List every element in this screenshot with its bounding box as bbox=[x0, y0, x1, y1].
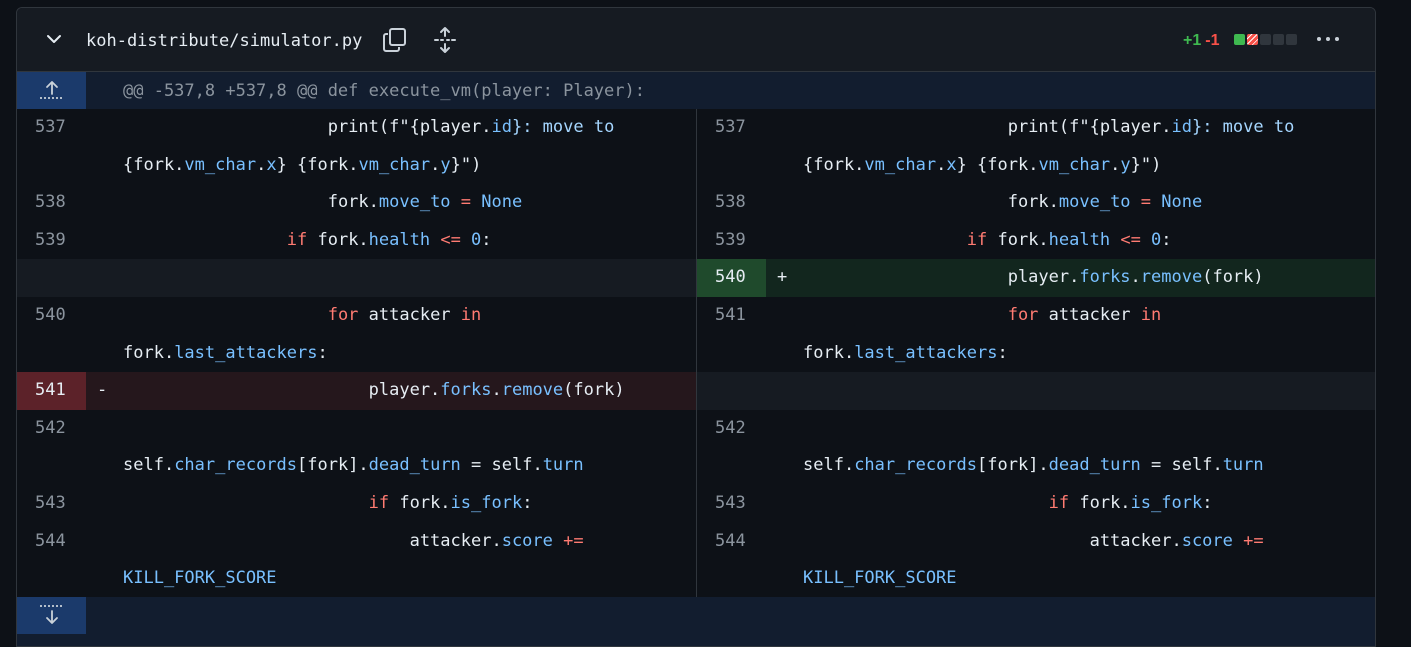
deletions-count: -1 bbox=[1205, 32, 1220, 49]
code-line: if fork.is_fork: bbox=[1048, 493, 1213, 513]
table-row: fork.last_attackers: bbox=[17, 335, 696, 373]
code-line: player.forks.remove(fork) bbox=[1007, 267, 1264, 288]
table-row: 541 for attacker in bbox=[697, 297, 1375, 335]
table-row: 539 if fork.health <= 0: bbox=[17, 222, 696, 260]
line-number[interactable]: 541 bbox=[697, 297, 766, 335]
table-row: {fork.vm_char.x} {fork.vm_char.y}") bbox=[17, 147, 696, 185]
code-line: player.forks.remove(fork) bbox=[368, 380, 625, 401]
deleted-row: 541 - player.forks.remove(fork) bbox=[17, 372, 696, 410]
code-line: fork.move_to = None bbox=[1007, 192, 1203, 213]
table-row: fork.last_attackers: bbox=[697, 335, 1375, 373]
hunk-header-text: @@ -537,8 +537,8 @@ def execute_vm(playe… bbox=[123, 81, 645, 101]
diffstat-block bbox=[1286, 34, 1297, 45]
table-row: 540 for attacker in bbox=[17, 297, 696, 335]
line-number[interactable]: 542 bbox=[697, 410, 766, 448]
code-line: if fork.health <= 0: bbox=[286, 229, 492, 250]
diff-file: koh-distribute/simulator.py +1 -1 @@ -537… bbox=[16, 7, 1376, 647]
diffstat-block bbox=[1234, 34, 1245, 45]
table-row: KILL_FORK_SCORE bbox=[17, 560, 696, 598]
line-number[interactable]: 544 bbox=[697, 523, 766, 561]
diffstat-block bbox=[1260, 34, 1271, 45]
table-row: {fork.vm_char.x} {fork.vm_char.y}") bbox=[697, 147, 1375, 185]
line-number[interactable]: 539 bbox=[17, 222, 86, 260]
file-header: koh-distribute/simulator.py +1 -1 bbox=[17, 8, 1375, 72]
code-line: if fork.is_fork: bbox=[368, 493, 533, 513]
line-number[interactable]: 543 bbox=[17, 485, 86, 523]
table-row: 537 print(f"{player.id}: move to bbox=[17, 109, 696, 147]
line-number[interactable]: 544 bbox=[17, 523, 86, 561]
code-line: fork.move_to = None bbox=[327, 192, 523, 213]
code-line: print(f"{player.id}: move to bbox=[1007, 117, 1295, 137]
diff-left-side: 537 print(f"{player.id}: move to {fork.v… bbox=[17, 109, 697, 609]
line-number[interactable]: 538 bbox=[17, 184, 86, 222]
table-row: 538 fork.move_to = None bbox=[697, 184, 1375, 222]
diff-sign: + bbox=[777, 267, 788, 288]
line-number[interactable]: 543 bbox=[697, 485, 766, 523]
fold-up-icon bbox=[40, 81, 64, 99]
code-line: fork.last_attackers: bbox=[803, 342, 1008, 363]
code-line: fork.last_attackers: bbox=[123, 342, 328, 363]
table-row: 543 if fork.is_fork: bbox=[17, 485, 696, 523]
table-row: KILL_FORK_SCORE bbox=[697, 560, 1375, 598]
empty-row bbox=[697, 372, 1375, 410]
code-line: self.char_records[fork].dead_turn = self… bbox=[123, 455, 584, 476]
line-number[interactable]: 538 bbox=[697, 184, 766, 222]
code-line: self.char_records[fork].dead_turn = self… bbox=[803, 455, 1264, 476]
code-line: KILL_FORK_SCORE bbox=[803, 568, 957, 589]
code-line: attacker.score += bbox=[1089, 530, 1264, 551]
additions-count: +1 bbox=[1183, 32, 1202, 49]
line-number[interactable]: 537 bbox=[697, 109, 766, 147]
diffstat: +1 -1 bbox=[1183, 32, 1219, 50]
diffstat-block bbox=[1273, 34, 1284, 45]
code-line: print(f"{player.id}: move to bbox=[327, 117, 615, 137]
code-line: for attacker in bbox=[1007, 305, 1162, 325]
table-row: 544 attacker.score += bbox=[697, 523, 1375, 561]
table-row: self.char_records[fork].dead_turn = self… bbox=[697, 447, 1375, 485]
kebab-horizontal-icon[interactable] bbox=[1313, 28, 1343, 50]
line-number[interactable]: 539 bbox=[697, 222, 766, 260]
line-number[interactable]: 541 bbox=[17, 372, 86, 410]
table-row: 542 bbox=[17, 410, 696, 448]
empty-row bbox=[17, 259, 696, 297]
code-line: KILL_FORK_SCORE bbox=[123, 568, 277, 589]
code-line: {fork.vm_char.x} {fork.vm_char.y}") bbox=[803, 154, 1162, 175]
diff-sign: - bbox=[97, 380, 108, 401]
table-row: 538 fork.move_to = None bbox=[17, 184, 696, 222]
fold-down-icon bbox=[40, 605, 64, 624]
table-row: 539 if fork.health <= 0: bbox=[697, 222, 1375, 260]
hunk-header: @@ -537,8 +537,8 @@ def execute_vm(playe… bbox=[17, 72, 1375, 109]
hunk-footer bbox=[17, 597, 1375, 646]
code-line: attacker.score += bbox=[409, 530, 584, 551]
chevron-down-icon[interactable] bbox=[43, 28, 65, 50]
code-line: {fork.vm_char.x} {fork.vm_char.y}") bbox=[123, 154, 482, 175]
file-path[interactable]: koh-distribute/simulator.py bbox=[86, 31, 362, 51]
table-row: 537 print(f"{player.id}: move to bbox=[697, 109, 1375, 147]
unfold-icon[interactable] bbox=[431, 26, 459, 54]
diff-right-side: 537 print(f"{player.id}: move to {fork.v… bbox=[697, 109, 1375, 609]
diffstat-blocks bbox=[1234, 34, 1299, 46]
added-row: 540 + player.forks.remove(fork) bbox=[697, 259, 1375, 297]
diffstat-block bbox=[1247, 34, 1258, 45]
line-number[interactable]: 540 bbox=[17, 297, 86, 335]
copy-icon[interactable] bbox=[381, 26, 409, 54]
line-number[interactable]: 537 bbox=[17, 109, 86, 147]
code-line: if fork.health <= 0: bbox=[966, 229, 1172, 250]
table-row: 543 if fork.is_fork: bbox=[697, 485, 1375, 523]
table-row: 544 attacker.score += bbox=[17, 523, 696, 561]
table-row: 542 bbox=[697, 410, 1375, 448]
code-line: for attacker in bbox=[327, 305, 482, 325]
line-number[interactable]: 542 bbox=[17, 410, 86, 448]
table-row: self.char_records[fork].dead_turn = self… bbox=[17, 447, 696, 485]
expand-down-button[interactable] bbox=[17, 597, 86, 634]
expand-up-button[interactable] bbox=[17, 72, 86, 109]
line-number[interactable]: 540 bbox=[697, 259, 766, 297]
